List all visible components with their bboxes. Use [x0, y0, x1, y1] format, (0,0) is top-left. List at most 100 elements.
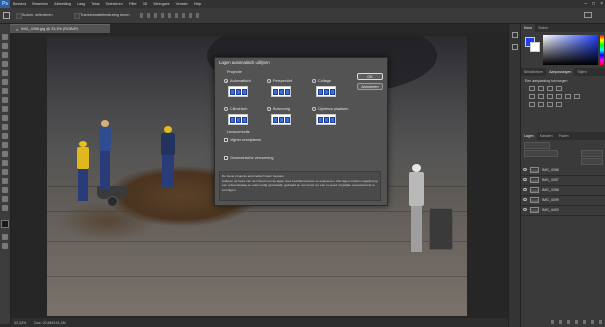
minimize-button[interactable]: –: [584, 1, 587, 7]
reposition-projection-icon[interactable]: [316, 114, 336, 125]
posterize-icon[interactable]: [538, 102, 544, 107]
tab-styles[interactable]: Stijlen: [574, 68, 590, 76]
black-white-icon[interactable]: [556, 94, 562, 99]
brightness-contrast-icon[interactable]: [529, 86, 535, 91]
background-color-chip[interactable]: [530, 42, 540, 52]
menu-item-type[interactable]: Tekst: [88, 2, 102, 6]
menu-item-image[interactable]: Afbeelding: [51, 2, 74, 6]
radio-spherical[interactable]: [267, 107, 271, 111]
visibility-eye-icon[interactable]: [523, 198, 527, 201]
color-picker-field[interactable]: [543, 35, 598, 65]
quick-mask-icon[interactable]: [2, 234, 8, 240]
perspective-projection-icon[interactable]: [271, 86, 291, 97]
clone-stamp-tool-icon[interactable]: [2, 106, 8, 112]
visibility-eye-icon[interactable]: [523, 178, 527, 181]
vignette-checkbox[interactable]: [224, 138, 228, 142]
tab-color[interactable]: Kleur: [521, 24, 536, 32]
workspace-icon[interactable]: [584, 12, 592, 18]
close-tab-icon[interactable]: ×: [16, 27, 18, 32]
curves-icon[interactable]: [547, 86, 553, 91]
menu-item-window[interactable]: Venster: [173, 2, 191, 6]
exposure-icon[interactable]: [556, 86, 562, 91]
spherical-projection-icon[interactable]: [271, 114, 291, 125]
hue-slider[interactable]: [600, 35, 604, 65]
vibrance-icon[interactable]: [529, 94, 535, 99]
foreground-color-swatch[interactable]: [1, 220, 9, 228]
cylindrical-projection-icon[interactable]: [228, 114, 248, 125]
radio-cylindrical[interactable]: [224, 107, 228, 111]
shape-tool-icon[interactable]: [2, 187, 8, 193]
visibility-eye-icon[interactable]: [523, 208, 527, 211]
gradient-map-icon[interactable]: [556, 102, 562, 107]
menu-item-select[interactable]: Selecteren: [103, 2, 126, 6]
lasso-tool-icon[interactable]: [2, 52, 8, 58]
menu-item-help[interactable]: Help: [191, 2, 204, 6]
color-balance-icon[interactable]: [547, 94, 553, 99]
layer-row[interactable]: IMG_4397: [521, 176, 605, 186]
eraser-tool-icon[interactable]: [2, 124, 8, 130]
move-tool-icon[interactable]: [3, 12, 10, 19]
layer-filter-dropdown[interactable]: [524, 142, 550, 149]
menu-item-edit[interactable]: Bewerken: [29, 2, 51, 6]
auto-projection-icon[interactable]: [228, 86, 248, 97]
tab-layers[interactable]: Lagen: [521, 132, 537, 140]
properties-panel-icon[interactable]: [512, 44, 518, 50]
distortion-checkbox[interactable]: [224, 156, 228, 160]
channel-mixer-icon[interactable]: [574, 94, 580, 99]
crop-tool-icon[interactable]: [2, 70, 8, 76]
menu-item-view[interactable]: Weergave: [150, 2, 172, 6]
invert-icon[interactable]: [529, 102, 535, 107]
tab-swatches[interactable]: Stalen: [535, 24, 551, 32]
brush-tool-icon[interactable]: [2, 97, 8, 103]
radio-perspective[interactable]: [267, 79, 271, 83]
radio-collage[interactable]: [312, 79, 316, 83]
close-window-button[interactable]: ×: [600, 1, 603, 7]
screen-mode-icon[interactable]: [2, 243, 8, 249]
tab-libraries[interactable]: Bibliotheken: [521, 68, 546, 76]
history-brush-tool-icon[interactable]: [2, 115, 8, 121]
photo-filter-icon[interactable]: [565, 94, 571, 99]
radio-reposition[interactable]: [312, 107, 316, 111]
layer-row[interactable]: IMG_4396: [521, 166, 605, 176]
blur-tool-icon[interactable]: [2, 142, 8, 148]
quick-select-tool-icon[interactable]: [2, 61, 8, 67]
type-tool-icon[interactable]: [2, 169, 8, 175]
layer-row[interactable]: IMG_4398: [521, 186, 605, 196]
gradient-tool-icon[interactable]: [2, 133, 8, 139]
path-selection-tool-icon[interactable]: [2, 178, 8, 184]
visibility-eye-icon[interactable]: [523, 188, 527, 191]
pen-tool-icon[interactable]: [2, 160, 8, 166]
levels-icon[interactable]: [538, 86, 544, 91]
menu-item-file[interactable]: Bestand: [10, 2, 29, 6]
collage-projection-icon[interactable]: [316, 86, 336, 97]
fill-field[interactable]: [581, 158, 603, 165]
layer-row[interactable]: IMG_4399: [521, 196, 605, 206]
zoom-tool-icon[interactable]: [2, 205, 8, 211]
tab-paths[interactable]: Paden: [556, 132, 572, 140]
cancel-button[interactable]: Annuleren: [357, 83, 383, 90]
tab-channels[interactable]: Kanalen: [537, 132, 556, 140]
tab-adjustments[interactable]: Aanpassingen: [546, 68, 575, 76]
zoom-level[interactable]: 33,33%: [14, 321, 26, 325]
dodge-tool-icon[interactable]: [2, 151, 8, 157]
menu-item-3d[interactable]: 3D: [140, 2, 151, 6]
align-buttons[interactable]: [140, 13, 200, 18]
threshold-icon[interactable]: [547, 102, 553, 107]
radio-auto[interactable]: [224, 79, 228, 83]
menu-item-layer[interactable]: Laag: [74, 2, 88, 6]
history-panel-icon[interactable]: [512, 32, 518, 38]
menu-item-filter[interactable]: Filter: [126, 2, 140, 6]
visibility-eye-icon[interactable]: [523, 168, 527, 171]
maximize-button[interactable]: □: [592, 1, 595, 7]
hand-tool-icon[interactable]: [2, 196, 8, 202]
layer-row[interactable]: IMG_4400: [521, 206, 605, 216]
eyedropper-tool-icon[interactable]: [2, 79, 8, 85]
layers-footer-buttons[interactable]: [551, 320, 603, 324]
marquee-tool-icon[interactable]: [2, 43, 8, 49]
hue-saturation-icon[interactable]: [538, 94, 544, 99]
opacity-field[interactable]: [581, 150, 603, 157]
blend-mode-dropdown[interactable]: [524, 150, 558, 157]
healing-brush-tool-icon[interactable]: [2, 88, 8, 94]
ok-button[interactable]: OK: [357, 73, 383, 80]
document-tab[interactable]: × IMG_4396.jpg @ 33,3% (RGB/8*): [10, 24, 110, 33]
